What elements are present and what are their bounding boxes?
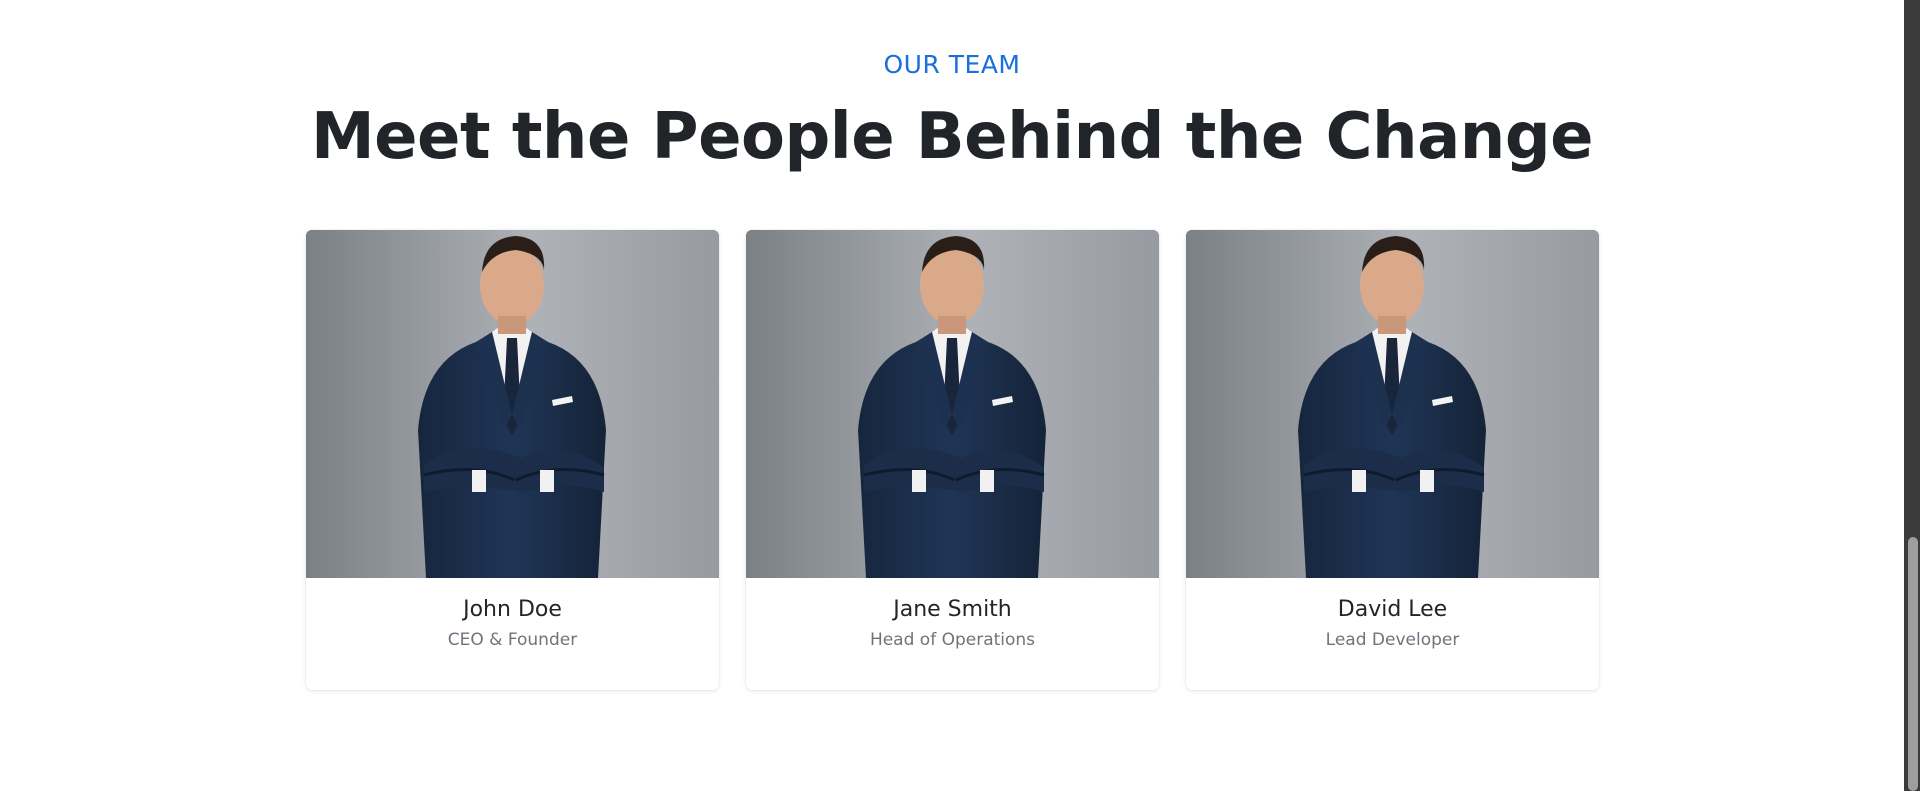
team-member-photo [1186, 230, 1599, 578]
card-body: Jane Smith Head of Operations [746, 578, 1159, 651]
portrait-illustration [306, 230, 719, 578]
member-role: Lead Developer [1325, 630, 1460, 650]
team-card[interactable]: Jane Smith Head of Operations [746, 230, 1159, 690]
card-body: John Doe CEO & Founder [306, 578, 719, 651]
page: OUR TEAM Meet the People Behind the Chan… [0, 0, 1920, 791]
member-name: John Doe [463, 597, 562, 622]
portrait-illustration [1186, 230, 1599, 578]
member-role: CEO & Founder [447, 630, 578, 650]
member-name: David Lee [1337, 597, 1448, 622]
scrollbar-thumb[interactable] [1908, 537, 1918, 791]
vertical-scrollbar[interactable] [1904, 0, 1920, 791]
team-member-photo [306, 230, 719, 578]
team-cards: John Doe CEO & Founder Jane Smith Head o… [306, 230, 1599, 690]
member-name: Jane Smith [893, 597, 1012, 622]
section-headline: Meet the People Behind the Change [310, 100, 1594, 174]
team-card[interactable]: John Doe CEO & Founder [306, 230, 719, 690]
portrait-illustration [746, 230, 1159, 578]
section-eyebrow: OUR TEAM [883, 50, 1021, 79]
member-role: Head of Operations [869, 630, 1036, 650]
team-section: OUR TEAM Meet the People Behind the Chan… [0, 0, 1904, 791]
card-body: David Lee Lead Developer [1186, 578, 1599, 651]
team-card[interactable]: David Lee Lead Developer [1186, 230, 1599, 690]
team-member-photo [746, 230, 1159, 578]
